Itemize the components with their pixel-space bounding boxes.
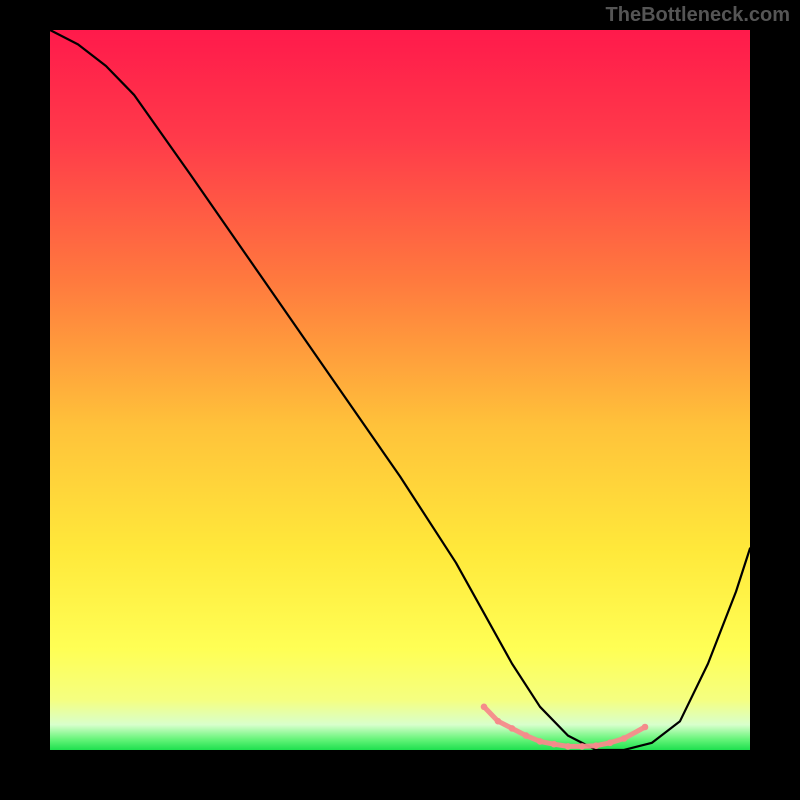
optimal-zone-marker bbox=[523, 732, 530, 739]
plot-area bbox=[50, 30, 750, 750]
optimal-zone-marker bbox=[551, 741, 558, 748]
optimal-zone-marker bbox=[509, 725, 516, 732]
optimal-zone-marker bbox=[593, 742, 600, 749]
optimal-zone-marker bbox=[537, 738, 544, 745]
optimal-zone-marker bbox=[621, 735, 628, 742]
watermark-text: TheBottleneck.com bbox=[606, 4, 790, 27]
optimal-zone-marker bbox=[607, 740, 614, 747]
plot-svg bbox=[50, 30, 750, 750]
optimal-zone-marker bbox=[579, 743, 586, 750]
optimal-zone-marker bbox=[565, 743, 572, 750]
chart-canvas: TheBottleneck.com bbox=[0, 0, 800, 800]
optimal-zone-marker bbox=[481, 704, 488, 711]
optimal-zone-marker bbox=[642, 724, 649, 731]
optimal-zone-marker bbox=[495, 718, 502, 725]
